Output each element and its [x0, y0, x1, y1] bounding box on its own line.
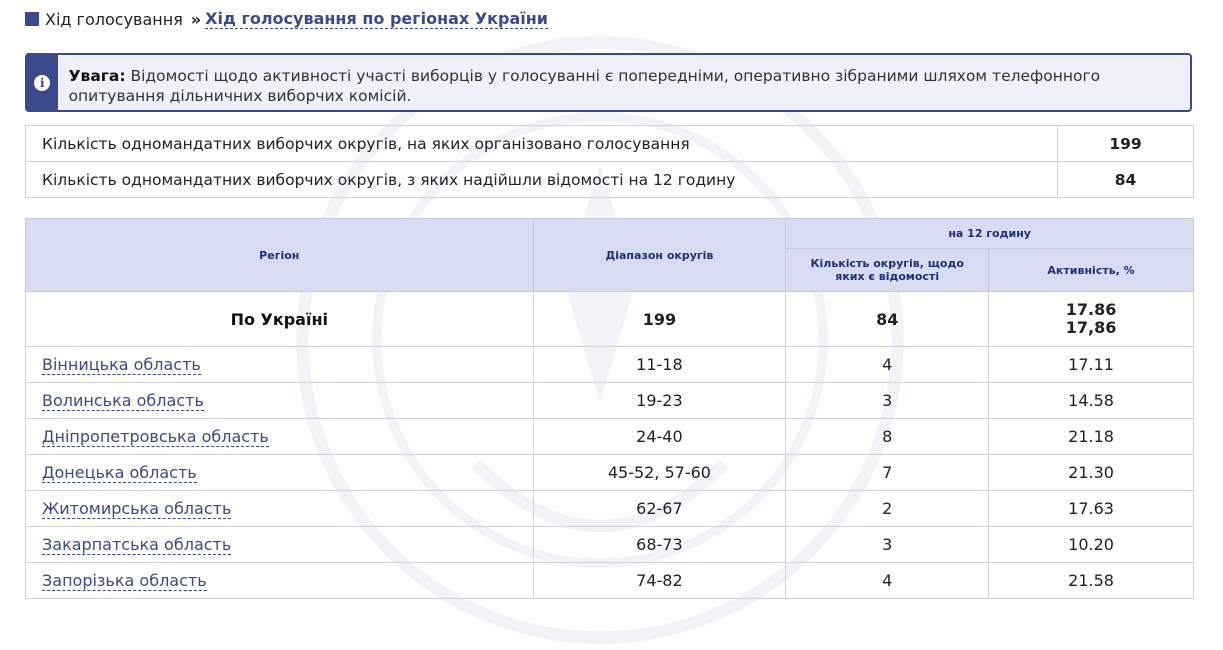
total-row: По Україні 199 84 17.86 17,86: [25, 291, 1194, 347]
header-activity: Активність, %: [988, 248, 1194, 292]
notice-alert: i Увага: Відомості щодо активності участ…: [25, 53, 1192, 112]
count-cell: 8: [785, 418, 990, 455]
header-region: Регіон: [25, 218, 534, 292]
activity-cell: 21.18: [988, 418, 1194, 455]
range-cell: 68-73: [532, 526, 787, 563]
activity-cell: 14.58: [988, 382, 1194, 419]
total-count: 84: [785, 291, 990, 347]
regions-table: Регіон Діапазон округів на 12 годину Кіл…: [25, 218, 1194, 599]
summary-row: Кількість одномандатних виборчих округів…: [25, 125, 1194, 162]
region-cell: Вінницька область: [25, 346, 534, 383]
activity-cell: 17.11: [988, 346, 1194, 383]
table-row: Житомирська область 62-67 2 17.63: [25, 490, 1194, 527]
table-row: Волинська область 19-23 3 14.58: [25, 382, 1194, 419]
breadcrumb: Хід голосування » Хід голосування по рег…: [25, 8, 549, 30]
region-cell: Закарпатська область: [25, 526, 534, 563]
count-cell: 4: [785, 346, 990, 383]
count-cell: 4: [785, 562, 990, 599]
info-icon: i: [34, 74, 51, 91]
header-time-group: на 12 годину: [785, 218, 1194, 249]
region-cell: Волинська область: [25, 382, 534, 419]
summary-row: Кількість одномандатних виборчих округів…: [25, 161, 1194, 198]
range-cell: 74-82: [532, 562, 787, 599]
region-link[interactable]: Запорізька область: [42, 571, 207, 591]
count-cell: 3: [785, 526, 990, 563]
total-region-cell: По Україні: [25, 291, 534, 347]
region-cell: Житомирська область: [25, 490, 534, 527]
activity-cell: 21.58: [988, 562, 1194, 599]
alert-icon-column: i: [27, 55, 58, 110]
range-cell: 24-40: [532, 418, 787, 455]
summary-value: 84: [1057, 161, 1194, 198]
table-row: Дніпропетровська область 24-40 8 21.18: [25, 418, 1194, 455]
breadcrumb-square-icon: [25, 12, 39, 26]
header-range: Діапазон округів: [532, 218, 787, 292]
alert-label: Увага:: [68, 67, 126, 85]
total-range: 199: [532, 291, 787, 347]
breadcrumb-current[interactable]: Хід голосування по регіонах України: [205, 9, 549, 29]
region-link[interactable]: Волинська область: [42, 391, 204, 411]
summary-value: 199: [1057, 125, 1194, 162]
header-count: Кількість округів, щодо яких є відомості: [785, 248, 990, 292]
total-region: По Україні: [230, 309, 328, 329]
region-link[interactable]: Дніпропетровська область: [42, 427, 269, 447]
total-activity-b: 17,86: [1065, 318, 1117, 337]
table-row: Вінницька область 11-18 4 17.11: [25, 346, 1194, 383]
alert-text: Увага: Відомості щодо активності участі …: [58, 55, 1190, 110]
count-cell: 2: [785, 490, 990, 527]
count-cell: 7: [785, 454, 990, 491]
breadcrumb-home[interactable]: Хід голосування: [45, 10, 183, 29]
summary-label: Кількість одномандатних виборчих округів…: [25, 125, 1058, 162]
range-cell: 19-23: [532, 382, 787, 419]
range-cell: 45-52, 57-60: [532, 454, 787, 491]
alert-message: Відомості щодо активності участі виборці…: [68, 67, 1101, 105]
table-row: Запорізька область 74-82 4 21.58: [25, 562, 1194, 599]
count-cell: 3: [785, 382, 990, 419]
region-link[interactable]: Житомирська область: [42, 499, 232, 519]
region-cell: Донецька область: [25, 454, 534, 491]
total-activity-cell: 17.86 17,86: [988, 291, 1194, 347]
activity-cell: 17.63: [988, 490, 1194, 527]
region-cell: Дніпропетровська область: [25, 418, 534, 455]
summary-label: Кількість одномандатних виборчих округів…: [25, 161, 1058, 198]
range-cell: 11-18: [532, 346, 787, 383]
breadcrumb-separator-icon: »: [190, 9, 201, 29]
total-activity-a: 17.86: [1065, 300, 1117, 319]
region-link[interactable]: Вінницька область: [42, 355, 201, 375]
summary-table: Кількість одномандатних виборчих округів…: [25, 125, 1194, 198]
table-row: Закарпатська область 68-73 3 10.20: [25, 526, 1194, 563]
activity-cell: 10.20: [988, 526, 1194, 563]
range-cell: 62-67: [532, 490, 787, 527]
region-link[interactable]: Донецька область: [42, 463, 197, 483]
activity-cell: 21.30: [988, 454, 1194, 491]
region-cell: Запорізька область: [25, 562, 534, 599]
region-link[interactable]: Закарпатська область: [42, 535, 232, 555]
table-row: Донецька область 45-52, 57-60 7 21.30: [25, 454, 1194, 491]
